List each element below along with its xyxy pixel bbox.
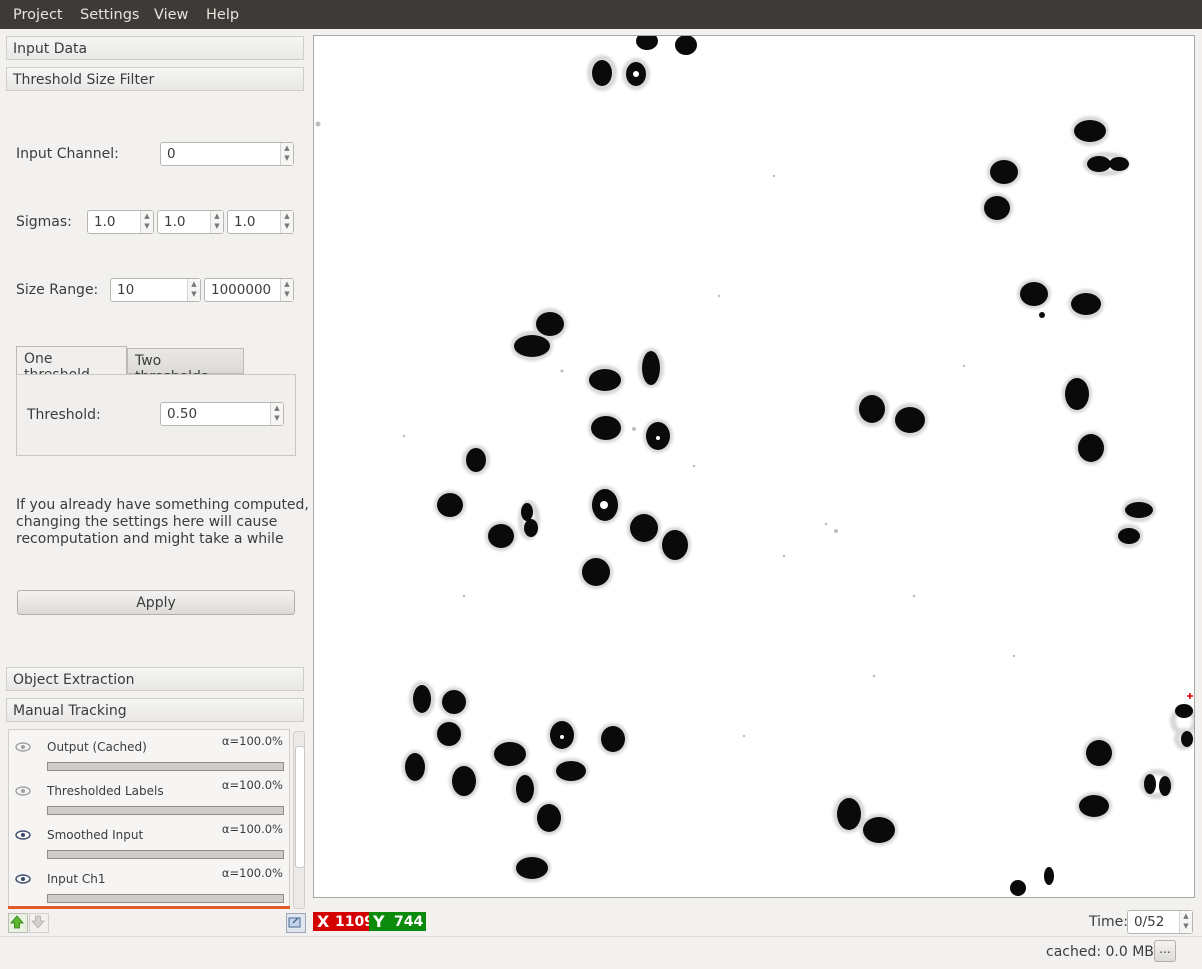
spin-arrows-icon[interactable]: ▲ ▼ xyxy=(210,211,223,233)
y-coordinate-display: Y 744 xyxy=(369,912,426,931)
section-manual-tracking-label: Manual Tracking xyxy=(13,703,127,719)
spin-arrows-icon[interactable]: ▲ ▼ xyxy=(280,211,293,233)
layer-opacity-bar[interactable] xyxy=(47,806,284,815)
menu-project[interactable]: Project xyxy=(13,7,63,23)
layer-alpha: α=100.0% xyxy=(221,734,283,748)
section-object-extraction-label: Object Extraction xyxy=(13,672,135,688)
sigma-x-value: 1.0 xyxy=(94,214,116,230)
layer-alpha: α=100.0% xyxy=(221,822,283,836)
y-value: 744 xyxy=(394,914,424,930)
menu-view[interactable]: View xyxy=(154,7,188,23)
crosshair-cursor-icon xyxy=(1187,693,1193,699)
x-coordinate-display: X 1109 xyxy=(313,912,374,931)
image-viewer[interactable] xyxy=(313,35,1195,898)
spin-arrows-icon[interactable]: ▲ ▼ xyxy=(280,279,293,301)
x-label: X xyxy=(317,912,330,931)
section-threshold[interactable]: Threshold Size Filter xyxy=(6,67,304,91)
panel-splitter-handle[interactable] xyxy=(308,478,311,492)
y-label: Y xyxy=(373,912,385,931)
spin-arrows-icon[interactable]: ▲ ▼ xyxy=(270,403,283,425)
tab-two-thresholds[interactable]: Two thresholds xyxy=(127,348,244,385)
sigma-y-value: 1.0 xyxy=(164,214,186,230)
layer-list-scrollbar[interactable] xyxy=(293,731,305,909)
arrow-down-icon xyxy=(31,915,45,929)
layer-row[interactable]: Input Ch1 α=100.0% xyxy=(9,862,289,906)
layer-opacity-bar[interactable] xyxy=(47,894,284,903)
layer-name: Input Ch1 xyxy=(47,872,106,886)
threshold-value: 0.50 xyxy=(167,406,198,422)
input-channel-spinbox[interactable]: 0 ▲ ▼ xyxy=(160,142,294,166)
time-label: Time: xyxy=(1089,914,1128,930)
input-channel-label: Input Channel: xyxy=(16,146,119,162)
spin-arrows-icon[interactable]: ▲ ▼ xyxy=(1179,911,1192,933)
layer-list: Output (Cached) α=100.0% Thresholded Lab… xyxy=(8,729,290,909)
layer-selection-accent xyxy=(8,906,290,909)
section-object-extraction[interactable]: Object Extraction xyxy=(6,667,304,691)
sigma-y-spinbox[interactable]: 1.0 ▲ ▼ xyxy=(157,210,224,234)
layer-options-button[interactable] xyxy=(286,913,306,933)
size-max-value: 1000000 xyxy=(211,282,272,298)
size-min-value: 10 xyxy=(117,282,135,298)
apply-button[interactable]: Apply xyxy=(17,590,295,615)
move-layer-down-button[interactable] xyxy=(29,913,49,933)
move-layer-up-button[interactable] xyxy=(8,913,28,933)
tab-one-threshold[interactable]: One threshold xyxy=(16,346,127,383)
note-line: recomputation and might take a while xyxy=(16,531,284,547)
export-layer-icon xyxy=(288,917,301,928)
threshold-spinbox[interactable]: 0.50 ▲ ▼ xyxy=(160,402,284,426)
sigmas-label: Sigmas: xyxy=(16,214,72,230)
scrollbar-handle[interactable] xyxy=(295,746,305,868)
layer-alpha: α=100.0% xyxy=(221,866,283,880)
layer-row[interactable]: Output (Cached) α=100.0% xyxy=(9,730,289,774)
section-input-data[interactable]: Input Data xyxy=(6,36,304,60)
recompute-note: If you already have something computed, … xyxy=(16,497,309,548)
input-channel-value: 0 xyxy=(167,146,176,162)
menu-settings[interactable]: Settings xyxy=(80,7,139,23)
threshold-label: Threshold: xyxy=(27,407,101,423)
layer-alpha: α=100.0% xyxy=(221,778,283,792)
note-line: changing the settings here will cause xyxy=(16,514,278,530)
cache-status: cached: 0.0 MB xyxy=(1046,944,1154,960)
sigma-z-spinbox[interactable]: 1.0 ▲ ▼ xyxy=(227,210,294,234)
layer-row[interactable]: Smoothed Input α=100.0% xyxy=(9,818,289,862)
menu-help[interactable]: Help xyxy=(206,7,239,23)
layer-name: Thresholded Labels xyxy=(47,784,164,798)
time-value: 0/52 xyxy=(1134,914,1165,930)
section-threshold-label: Threshold Size Filter xyxy=(13,72,155,88)
tab-pane-one-threshold: Threshold: 0.50 ▲ ▼ xyxy=(16,374,296,456)
size-min-spinbox[interactable]: 10 ▲ ▼ xyxy=(110,278,201,302)
eye-visible-icon[interactable] xyxy=(15,874,31,884)
spin-arrows-icon[interactable]: ▲ ▼ xyxy=(280,143,293,165)
viewer-splitter-handle[interactable] xyxy=(748,900,762,903)
cell-image xyxy=(315,36,1194,896)
spin-arrows-icon[interactable]: ▲ ▼ xyxy=(187,279,200,301)
layer-opacity-bar[interactable] xyxy=(47,762,284,771)
eye-hidden-icon[interactable] xyxy=(15,742,31,752)
status-bar: cached: 0.0 MB ... xyxy=(0,936,1202,969)
time-spinbox[interactable]: 0/52 ▲ ▼ xyxy=(1127,910,1193,934)
eye-hidden-icon[interactable] xyxy=(15,786,31,796)
spin-arrows-icon[interactable]: ▲ ▼ xyxy=(140,211,153,233)
layer-name: Output (Cached) xyxy=(47,740,147,754)
layer-opacity-bar[interactable] xyxy=(47,850,284,859)
eye-visible-icon[interactable] xyxy=(15,830,31,840)
sigma-x-spinbox[interactable]: 1.0 ▲ ▼ xyxy=(87,210,154,234)
section-manual-tracking[interactable]: Manual Tracking xyxy=(6,698,304,722)
size-range-label: Size Range: xyxy=(16,282,99,298)
sigma-z-value: 1.0 xyxy=(234,214,256,230)
menu-bar: Project Settings View Help xyxy=(0,0,1202,29)
arrow-up-icon xyxy=(10,915,24,929)
cache-details-button[interactable]: ... xyxy=(1154,940,1176,962)
section-input-data-label: Input Data xyxy=(13,41,88,57)
size-max-spinbox[interactable]: 1000000 ▲ ▼ xyxy=(204,278,294,302)
layer-name: Smoothed Input xyxy=(47,828,144,842)
note-line: If you already have something computed, xyxy=(16,497,309,513)
layer-row[interactable]: Thresholded Labels α=100.0% xyxy=(9,774,289,818)
